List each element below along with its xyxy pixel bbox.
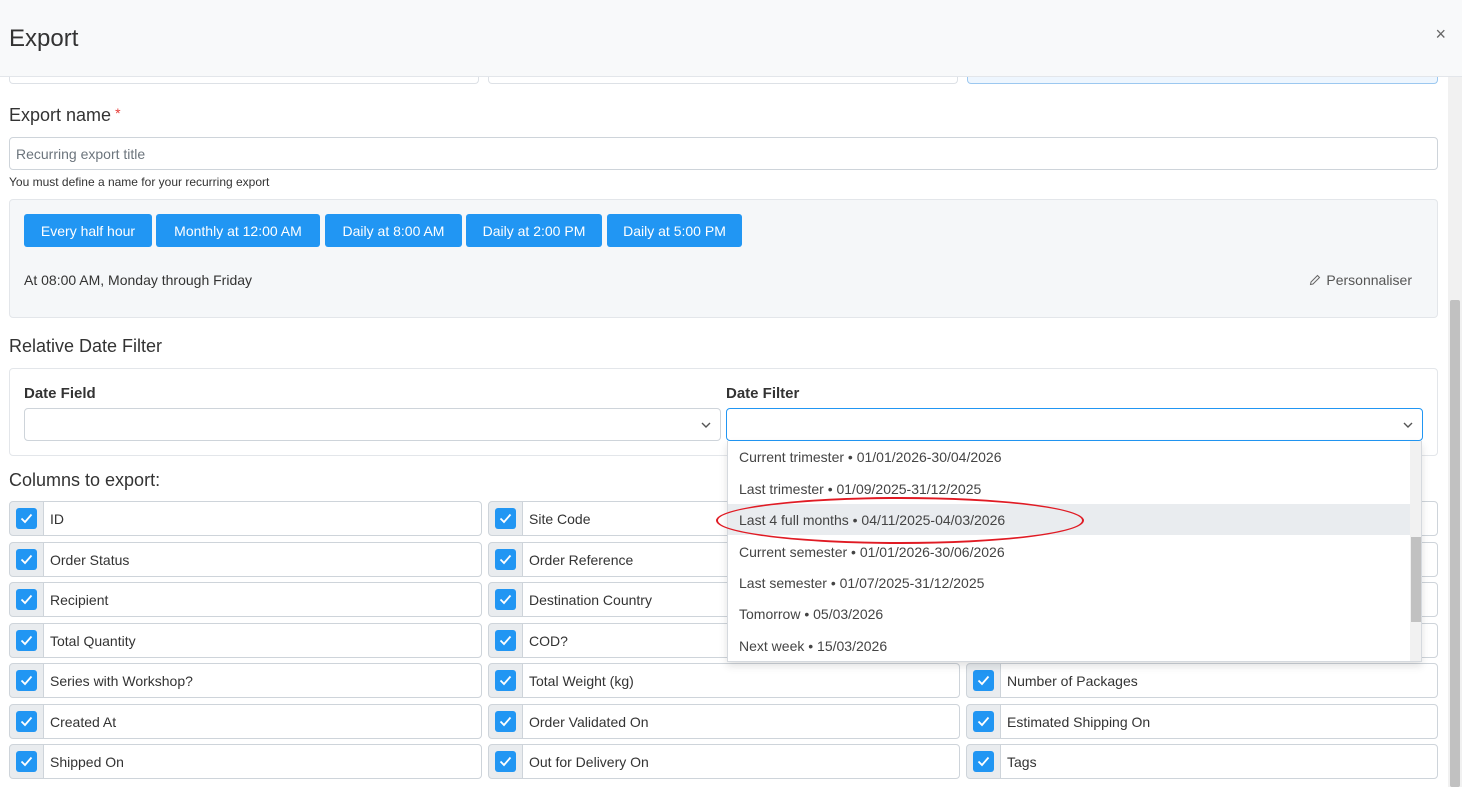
dropdown-option[interactable]: Last semester • 01/07/2025-31/12/2025 — [728, 567, 1410, 598]
column-checkbox[interactable] — [9, 663, 44, 698]
customize-label: Personnaliser — [1326, 272, 1412, 288]
column-label: Recipient — [43, 582, 482, 617]
column-label: Created At — [43, 704, 482, 739]
schedule-description: At 08:00 AM, Monday through Friday — [24, 272, 253, 288]
checkmark-icon — [16, 549, 37, 570]
modal-header: Export × — [0, 0, 1462, 77]
required-mark: * — [115, 105, 121, 121]
column-label: Order Validated On — [522, 704, 960, 739]
checkmark-icon — [16, 630, 37, 651]
column-checkbox[interactable] — [966, 704, 1001, 739]
preset-daily-8am-button[interactable]: Daily at 8:00 AM — [325, 214, 462, 247]
column-option: Tags — [966, 744, 1438, 779]
export-name-label-text: Export name — [9, 105, 112, 125]
scrolled-field — [967, 77, 1438, 84]
date-field-label: Date Field — [24, 385, 96, 402]
checkmark-icon — [16, 670, 37, 691]
column-label: Tags — [1000, 744, 1438, 779]
checkmark-icon — [495, 630, 516, 651]
column-option: Shipped On — [9, 744, 482, 779]
relative-date-filter-title: Relative Date Filter — [9, 336, 163, 356]
column-checkbox[interactable] — [488, 623, 523, 658]
dropdown-option[interactable]: Current semester • 01/01/2026-30/06/2026 — [728, 536, 1410, 567]
column-option: Order Validated On — [488, 704, 960, 739]
schedule-panel: Every half hour Monthly at 12:00 AM Dail… — [9, 199, 1438, 318]
chevron-down-icon — [1403, 422, 1413, 428]
column-checkbox[interactable] — [488, 501, 523, 536]
column-checkbox[interactable] — [9, 744, 44, 779]
column-option: ID — [9, 501, 482, 536]
date-filter-select[interactable] — [726, 408, 1423, 441]
checkmark-icon — [495, 589, 516, 610]
column-label: Order Status — [43, 542, 482, 577]
page-scrollbar-thumb[interactable] — [1450, 300, 1460, 787]
column-checkbox[interactable] — [488, 744, 523, 779]
dropdown-option[interactable]: Last trimester • 01/09/2025-31/12/2025 — [728, 473, 1410, 504]
column-option: Total Weight (kg) — [488, 663, 960, 698]
modal-title: Export — [9, 25, 79, 52]
checkmark-icon — [495, 711, 516, 732]
preset-every-half-hour-button[interactable]: Every half hour — [24, 214, 152, 247]
checkmark-icon — [16, 711, 37, 732]
column-label: Total Quantity — [43, 623, 482, 658]
dropdown-option[interactable]: Next week • 15/03/2026 — [728, 630, 1410, 661]
column-checkbox[interactable] — [488, 582, 523, 617]
close-icon[interactable]: × — [1435, 24, 1446, 45]
column-option: Total Quantity — [9, 623, 482, 658]
column-label: Number of Packages — [1000, 663, 1438, 698]
column-checkbox[interactable] — [9, 623, 44, 658]
checkmark-icon — [16, 751, 37, 772]
preset-daily-5pm-button[interactable]: Daily at 5:00 PM — [607, 214, 742, 247]
scrolled-field — [488, 77, 958, 84]
column-option: Order Status — [9, 542, 482, 577]
date-filter-dropdown: Current trimester • 01/01/2026-30/04/202… — [727, 441, 1422, 662]
column-checkbox[interactable] — [488, 663, 523, 698]
column-option: Estimated Shipping On — [966, 704, 1438, 739]
export-name-input[interactable]: Recurring export title — [9, 137, 1438, 170]
customize-link[interactable]: Personnaliser — [1309, 272, 1412, 288]
export-name-help: You must define a name for your recurrin… — [9, 175, 270, 189]
date-field-select[interactable] — [24, 408, 721, 441]
column-option: Number of Packages — [966, 663, 1438, 698]
dropdown-scrollbar-thumb[interactable] — [1411, 537, 1421, 622]
preset-daily-2pm-button[interactable]: Daily at 2:00 PM — [466, 214, 602, 247]
column-checkbox[interactable] — [9, 501, 44, 536]
column-checkbox[interactable] — [9, 542, 44, 577]
column-label: ID — [43, 501, 482, 536]
pencil-icon — [1310, 274, 1321, 286]
checkmark-icon — [16, 589, 37, 610]
column-option: Series with Workshop? — [9, 663, 482, 698]
column-option: Created At — [9, 704, 482, 739]
dropdown-option-highlighted[interactable]: Last 4 full months • 04/11/2025-04/03/20… — [728, 504, 1410, 535]
checkmark-icon — [16, 508, 37, 529]
checkmark-icon — [973, 711, 994, 732]
export-name-label: Export name * — [9, 105, 121, 126]
column-checkbox[interactable] — [966, 744, 1001, 779]
checkmark-icon — [495, 508, 516, 529]
checkmark-icon — [495, 549, 516, 570]
preset-monthly-button[interactable]: Monthly at 12:00 AM — [156, 214, 320, 247]
column-option: Out for Delivery On — [488, 744, 960, 779]
chevron-down-icon — [701, 422, 711, 428]
checkmark-icon — [973, 670, 994, 691]
column-checkbox[interactable] — [488, 704, 523, 739]
column-checkbox[interactable] — [966, 663, 1001, 698]
column-checkbox[interactable] — [488, 542, 523, 577]
column-label: Shipped On — [43, 744, 482, 779]
checkmark-icon — [973, 751, 994, 772]
column-label: Series with Workshop? — [43, 663, 482, 698]
dropdown-option[interactable]: Tomorrow • 05/03/2026 — [728, 598, 1410, 629]
column-checkbox[interactable] — [9, 704, 44, 739]
scrolled-field — [9, 77, 479, 84]
column-option: Recipient — [9, 582, 482, 617]
columns-title: Columns to export: — [9, 470, 161, 490]
checkmark-icon — [495, 670, 516, 691]
checkmark-icon — [495, 751, 516, 772]
dropdown-option[interactable]: Current trimester • 01/01/2026-30/04/202… — [728, 441, 1410, 472]
column-label: Total Weight (kg) — [522, 663, 960, 698]
column-label: Estimated Shipping On — [1000, 704, 1438, 739]
column-label: Out for Delivery On — [522, 744, 960, 779]
column-checkbox[interactable] — [9, 582, 44, 617]
date-filter-label: Date Filter — [726, 385, 800, 402]
